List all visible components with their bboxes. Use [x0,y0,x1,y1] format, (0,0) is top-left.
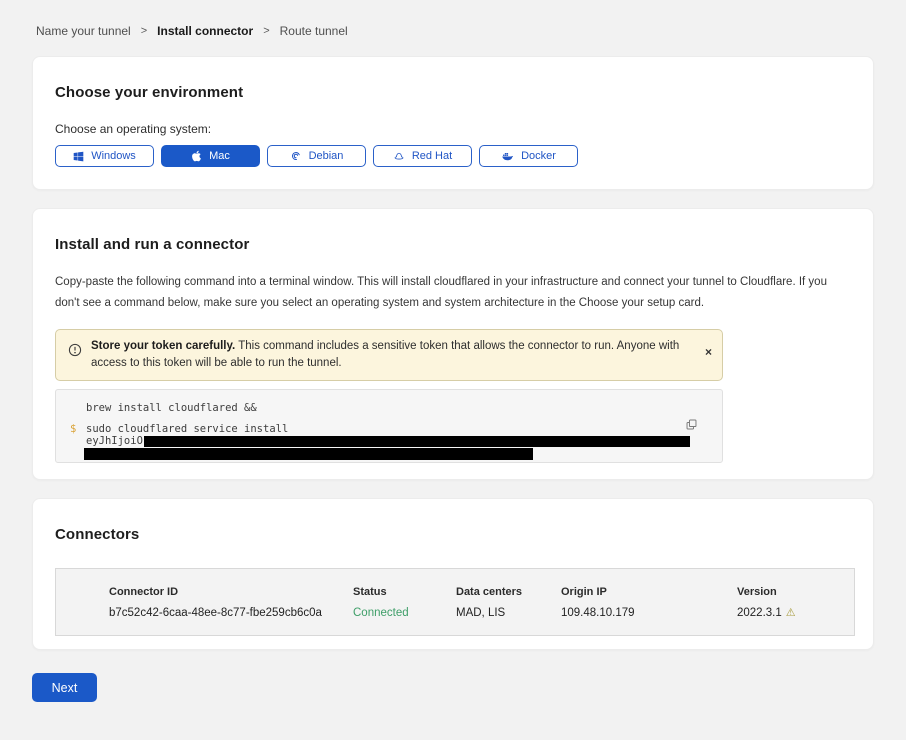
os-button-label: Mac [209,150,230,162]
connectors-card-title: Connectors [55,526,851,543]
data-centers-value: MAD, LIS [456,607,561,619]
shell-prompt: $ [70,424,86,435]
col-header-version: Version [737,586,830,598]
col-header-connector-id: Connector ID [109,586,353,598]
os-button-group: Windows Mac Debian Red Hat [55,145,851,167]
code-line-brew: brew install cloudflared && [86,403,257,414]
breadcrumb: Name your tunnel > Install connector > R… [0,0,906,38]
environment-card-title: Choose your environment [55,84,851,101]
redacted-token-bar [144,436,690,447]
os-button-mac[interactable]: Mac [161,145,260,167]
connector-id-value: b7c52c42-6caa-48ee-8c77-fbe259cb6c0a [109,607,353,619]
install-card-title: Install and run a connector [55,236,851,253]
connectors-table: Connector ID Status Data centers Origin … [55,568,855,636]
version-number: 2022.3.1 [737,607,782,619]
windows-icon [73,151,84,162]
os-button-label: Docker [521,150,556,162]
warning-triangle-icon: ⚠ [786,608,796,619]
os-button-label: Windows [91,150,136,162]
os-button-debian[interactable]: Debian [267,145,366,167]
col-header-status: Status [353,586,456,598]
col-header-data-centers: Data centers [456,586,561,598]
install-command-code-block: brew install cloudflared && $ sudo cloud… [55,389,723,463]
os-select-label: Choose an operating system: [55,122,851,136]
install-connector-card: Install and run a connector Copy-paste t… [32,208,874,480]
os-button-windows[interactable]: Windows [55,145,154,167]
breadcrumb-step-install-connector[interactable]: Install connector [157,24,253,38]
apple-icon [191,150,202,162]
redhat-icon [393,150,405,162]
origin-ip-value: 109.48.10.179 [561,607,737,619]
col-header-origin-ip: Origin IP [561,586,737,598]
install-description: Copy-paste the following command into a … [55,272,851,314]
breadcrumb-step-name-your-tunnel[interactable]: Name your tunnel [36,24,131,38]
connectors-card: Connectors Connector ID Status Data cent… [32,498,874,650]
info-circle-icon [68,343,82,362]
close-icon[interactable]: × [705,346,712,358]
code-line-install: sudo cloudflared service install [86,424,288,435]
breadcrumb-separator: > [141,25,147,37]
docker-icon [501,150,514,162]
breadcrumb-step-route-tunnel[interactable]: Route tunnel [280,24,348,38]
next-button[interactable]: Next [32,673,97,702]
os-button-docker[interactable]: Docker [479,145,578,167]
environment-card: Choose your environment Choose an operat… [32,56,874,190]
version-value: 2022.3.1 ⚠ [737,607,830,619]
debian-icon [290,150,302,162]
os-button-label: Red Hat [412,150,452,162]
tunnel-setup-page: Name your tunnel > Install connector > R… [0,0,906,740]
table-row: b7c52c42-6caa-48ee-8c77-fbe259cb6c0a Con… [109,607,830,619]
os-button-redhat[interactable]: Red Hat [373,145,472,167]
token-warning-text: Store your token carefully. This command… [91,338,683,372]
breadcrumb-separator: > [263,25,269,37]
token-prefix: eyJhIjoiO [86,436,143,447]
copy-icon[interactable] [685,418,698,434]
connectors-table-header: Connector ID Status Data centers Origin … [109,586,830,598]
os-button-label: Debian [309,150,344,162]
status-badge: Connected [353,607,456,619]
redacted-token-bar [84,448,533,460]
token-warning-title: Store your token carefully. [91,340,235,352]
token-warning-banner: Store your token carefully. This command… [55,329,723,381]
